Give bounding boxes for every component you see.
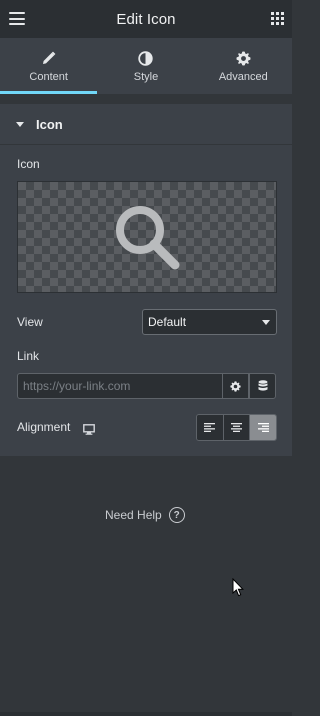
align-left-button[interactable]: [197, 415, 224, 440]
view-select[interactable]: Default: [142, 309, 277, 335]
mouse-cursor-icon: [232, 577, 244, 602]
section-title: Icon: [36, 116, 63, 132]
align-right-button[interactable]: [250, 415, 276, 440]
gear-icon: [230, 380, 241, 392]
bottom-bar: [0, 712, 292, 716]
align-center-icon: [231, 423, 242, 432]
section-toggle-icon[interactable]: Icon: [0, 104, 292, 144]
icon-field-label: Icon: [17, 157, 40, 171]
align-right-icon: [257, 423, 269, 432]
caret-down-icon: [16, 121, 24, 127]
tab-content-label: Content: [29, 71, 68, 83]
half-circle-icon: [138, 49, 154, 67]
icon-picker[interactable]: [17, 181, 277, 293]
tab-style[interactable]: Style: [97, 38, 194, 94]
align-center-button[interactable]: [223, 415, 251, 440]
view-label: View: [17, 315, 43, 329]
tab-advanced-label: Advanced: [218, 71, 268, 83]
apps-grid-icon[interactable]: [271, 12, 284, 25]
pencil-icon: [42, 49, 56, 67]
dynamic-tags-button[interactable]: [249, 373, 276, 399]
view-select-value: Default: [148, 315, 187, 329]
tab-style-label: Style: [133, 71, 159, 83]
search-icon: [116, 206, 180, 270]
align-left-icon: [204, 423, 216, 432]
desktop-icon[interactable]: [83, 422, 95, 440]
gear-icon: [236, 49, 251, 67]
tab-content[interactable]: Content: [0, 38, 98, 94]
tab-advanced[interactable]: Advanced: [195, 38, 292, 94]
alignment-label: Alignment: [17, 420, 71, 434]
top-bar: Edit Icon: [0, 0, 292, 38]
question-circle-icon: ?: [168, 507, 185, 523]
link-input[interactable]: [17, 373, 223, 399]
editor-tabs: Content Style Advanced: [0, 38, 292, 94]
database-icon: [258, 380, 267, 391]
link-label: Link: [17, 349, 40, 363]
hamburger-menu-icon[interactable]: [9, 12, 25, 25]
chevron-down-icon: [262, 320, 270, 325]
panel-title: Edit Icon: [116, 10, 176, 28]
alignment-control: [196, 414, 277, 441]
need-help-link[interactable]: Need Help ?: [105, 507, 185, 523]
link-options-button[interactable]: [222, 373, 249, 399]
need-help-label: Need Help: [105, 508, 162, 522]
